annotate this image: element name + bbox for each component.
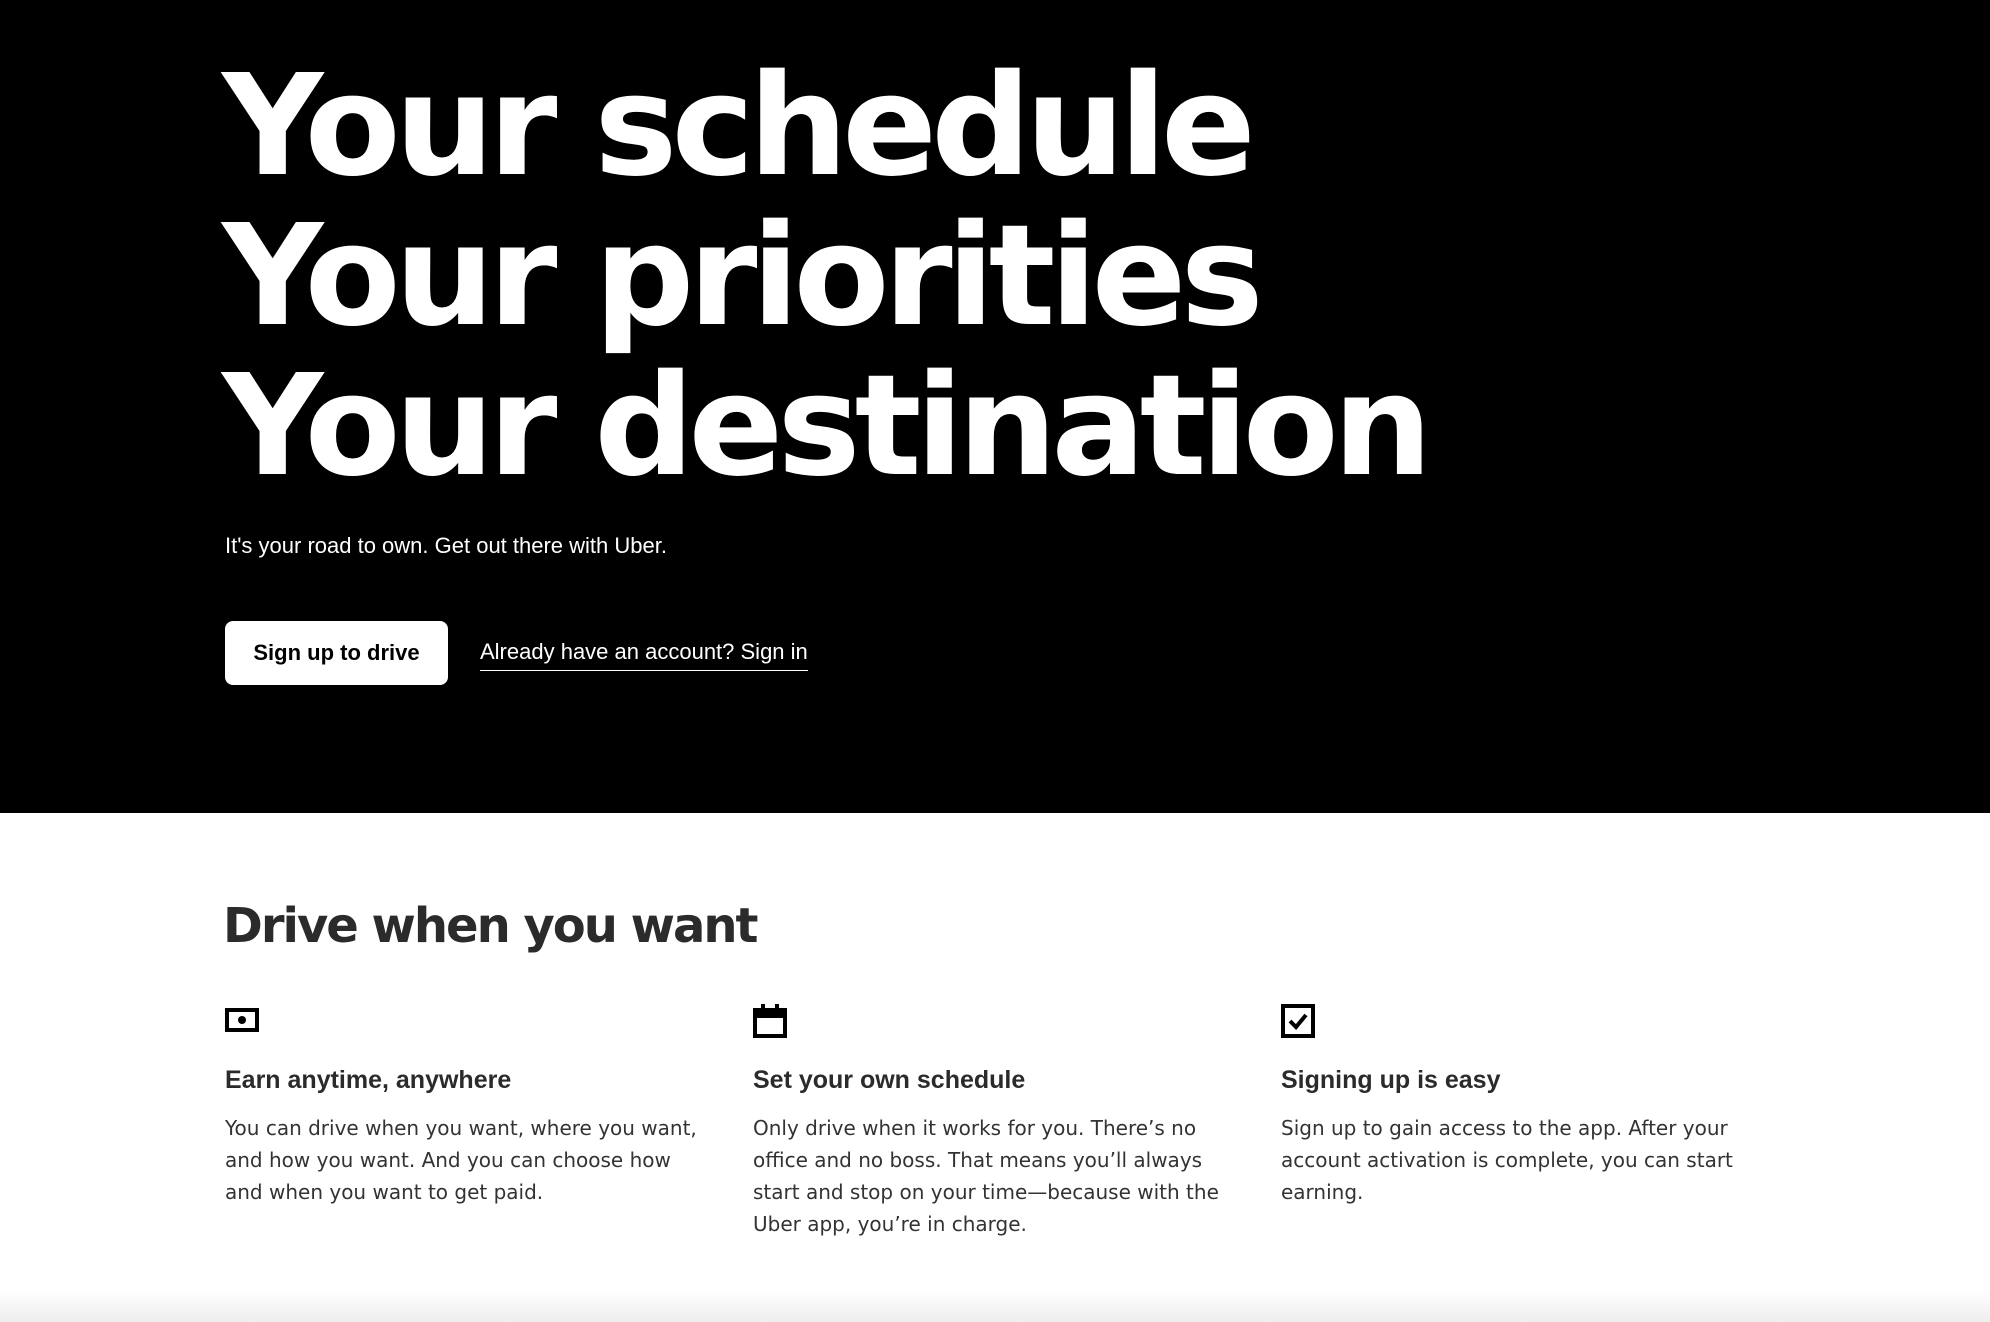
hero-headline: Your schedule Your priorities Your desti…	[222, 45, 1432, 508]
headline-line-destination: Your destination	[222, 345, 1432, 508]
feature-title: Signing up is easy	[1281, 1066, 1501, 1094]
cash-icon	[225, 1008, 259, 1032]
hero-section: Your schedule Your priorities Your desti…	[0, 0, 1990, 813]
section-title: Drive when you want	[223, 898, 758, 954]
feature-schedule: Set your own schedule Only drive when it…	[753, 1004, 1233, 1236]
headline-line-schedule: Your schedule	[222, 45, 1256, 208]
feature-description: You can drive when you want, where you w…	[225, 1116, 697, 1204]
sign-up-to-drive-button[interactable]: Sign up to drive	[225, 621, 448, 685]
feature-description: Sign up to gain access to the app. After…	[1281, 1116, 1733, 1204]
headline-line-priorities: Your priorities	[222, 195, 1264, 358]
calendar-icon	[753, 1004, 787, 1038]
feature-description: Only drive when it works for you. There’…	[753, 1116, 1219, 1236]
feature-earn: Earn anytime, anywhere You can drive whe…	[225, 1004, 705, 1204]
feature-signup: Signing up is easy Sign up to gain acces…	[1281, 1004, 1761, 1204]
sign-in-link[interactable]: Already have an account? Sign in	[480, 638, 808, 671]
hero-tagline: It's your road to own. Get out there wit…	[225, 533, 667, 558]
checkbox-icon	[1281, 1004, 1315, 1038]
page-bottom-shadow	[0, 1290, 1990, 1322]
feature-title: Set your own schedule	[753, 1066, 1026, 1094]
feature-title: Earn anytime, anywhere	[225, 1066, 512, 1094]
